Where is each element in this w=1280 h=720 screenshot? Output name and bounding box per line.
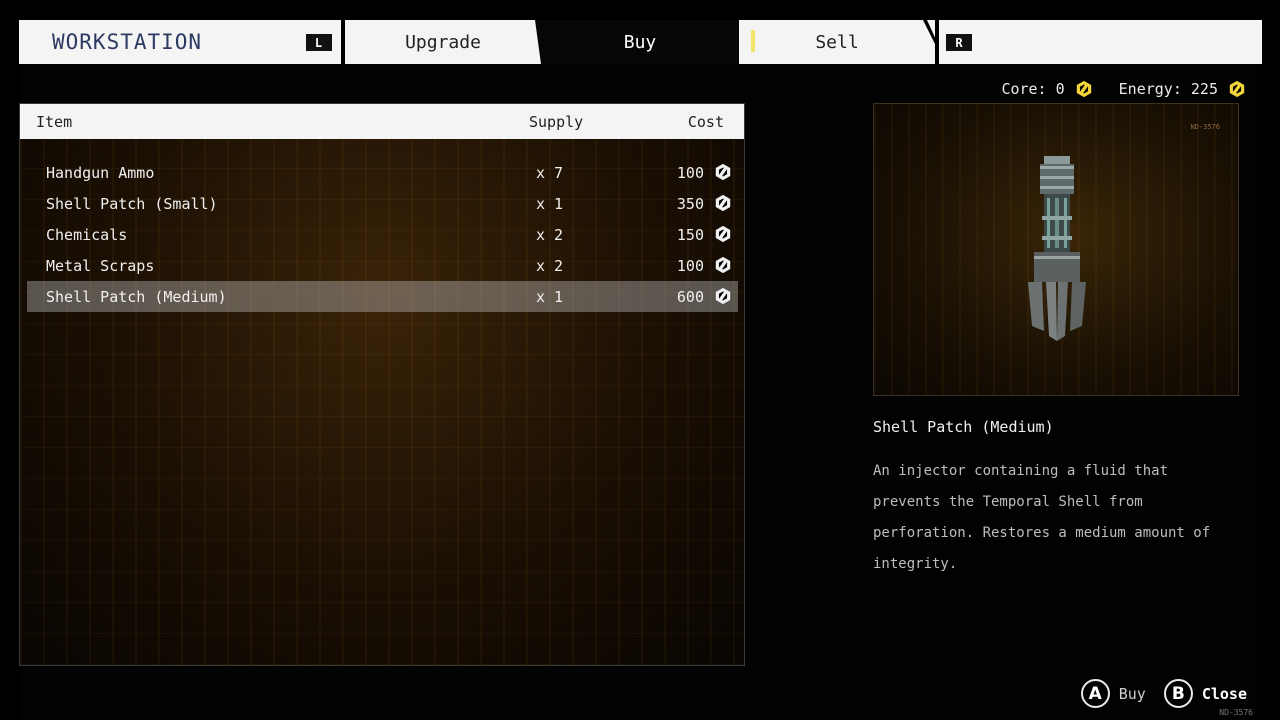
tab-buy-label: Buy — [623, 31, 657, 53]
core-coin-icon — [1076, 80, 1091, 98]
close-prompt[interactable]: B Close — [1163, 679, 1247, 708]
list-item[interactable]: Metal Scraps x 2 100 — [27, 250, 738, 281]
tab-upgrade[interactable]: Upgrade — [345, 20, 541, 64]
tab-slant-decor — [923, 20, 937, 64]
item-supply: x 7 — [536, 163, 564, 182]
item-rows: Handgun Ammo x 7 100 Shell Patch (Small)… — [27, 157, 738, 312]
list-item[interactable]: Handgun Ammo x 7 100 — [27, 157, 738, 188]
tab-slant-decor — [535, 20, 547, 64]
shop-item-list: Item Supply Cost Handgun Ammo x 7 100 Sh… — [19, 103, 745, 666]
a-button-icon: A — [1080, 679, 1110, 708]
footer-code: ND-3576 — [1219, 708, 1253, 717]
item-supply: x 1 — [536, 194, 564, 213]
close-prompt-label: Close — [1201, 684, 1247, 703]
item-name: Shell Patch (Small) — [46, 194, 218, 213]
list-item-selected[interactable]: Shell Patch (Medium) x 1 600 — [27, 281, 738, 312]
workstation-title-bar: WORKSTATION L — [19, 20, 341, 64]
energy-coin-icon — [715, 287, 731, 305]
l-bumper-icon[interactable]: L — [306, 34, 332, 51]
item-cost: 100 — [676, 256, 704, 275]
energy-coin-icon — [1229, 80, 1245, 98]
top-tab-bar: WORKSTATION L Upgrade Buy Sell R — [19, 20, 1262, 64]
energy-coin-icon — [715, 163, 731, 181]
core-currency: Core: 0 — [1001, 80, 1092, 98]
preview-code: ND-3576 — [1190, 123, 1220, 131]
currency-display: Core: 0 Energy: 225 — [1001, 80, 1246, 98]
tab-buy[interactable]: Buy — [535, 20, 749, 64]
r-bumper-icon[interactable]: R — [946, 34, 972, 51]
tab-sell[interactable]: Sell — [739, 20, 937, 64]
item-name: Metal Scraps — [46, 256, 155, 275]
item-name: Chemicals — [46, 225, 128, 244]
energy-label: Energy: 225 — [1118, 80, 1218, 98]
page-title: WORKSTATION — [52, 30, 203, 54]
item-preview: ND-3576 — [873, 103, 1239, 396]
injector-model-image — [1028, 156, 1086, 341]
core-label: Core: 0 — [1001, 80, 1065, 98]
tab-sell-label: Sell — [815, 31, 859, 53]
item-name: Shell Patch (Medium) — [46, 287, 227, 306]
item-supply: x 2 — [536, 225, 564, 244]
detail-item-name: Shell Patch (Medium) — [873, 418, 1054, 436]
buy-prompt[interactable]: A Buy — [1080, 679, 1146, 708]
item-supply: x 1 — [536, 287, 564, 306]
energy-coin-icon — [715, 194, 731, 212]
item-name: Handgun Ammo — [46, 163, 155, 182]
column-header-cost: Cost — [687, 112, 724, 131]
tab-bar-filler: R — [939, 20, 1262, 64]
energy-currency: Energy: 225 — [1119, 80, 1246, 98]
item-cost: 100 — [676, 163, 704, 182]
detail-description: An injector containing a fluid that prev… — [873, 463, 1211, 572]
column-header-item: Item — [36, 112, 73, 131]
item-supply: x 2 — [536, 256, 564, 275]
tab-upgrade-label: Upgrade — [405, 31, 481, 53]
item-cost: 350 — [676, 194, 704, 213]
sell-highlight-mark — [751, 30, 755, 52]
list-header: Item Supply Cost — [20, 104, 744, 139]
list-item[interactable]: Chemicals x 2 150 — [27, 219, 738, 250]
item-cost: 150 — [676, 225, 704, 244]
column-header-supply: Supply — [529, 112, 584, 131]
b-button-icon: B — [1163, 679, 1193, 708]
buy-prompt-label: Buy — [1118, 684, 1146, 703]
energy-coin-icon — [715, 225, 731, 243]
list-item[interactable]: Shell Patch (Small) x 1 350 — [27, 188, 738, 219]
item-cost: 600 — [676, 287, 704, 306]
energy-coin-icon — [715, 256, 731, 274]
button-prompts: A Buy B Close — [1080, 679, 1247, 708]
